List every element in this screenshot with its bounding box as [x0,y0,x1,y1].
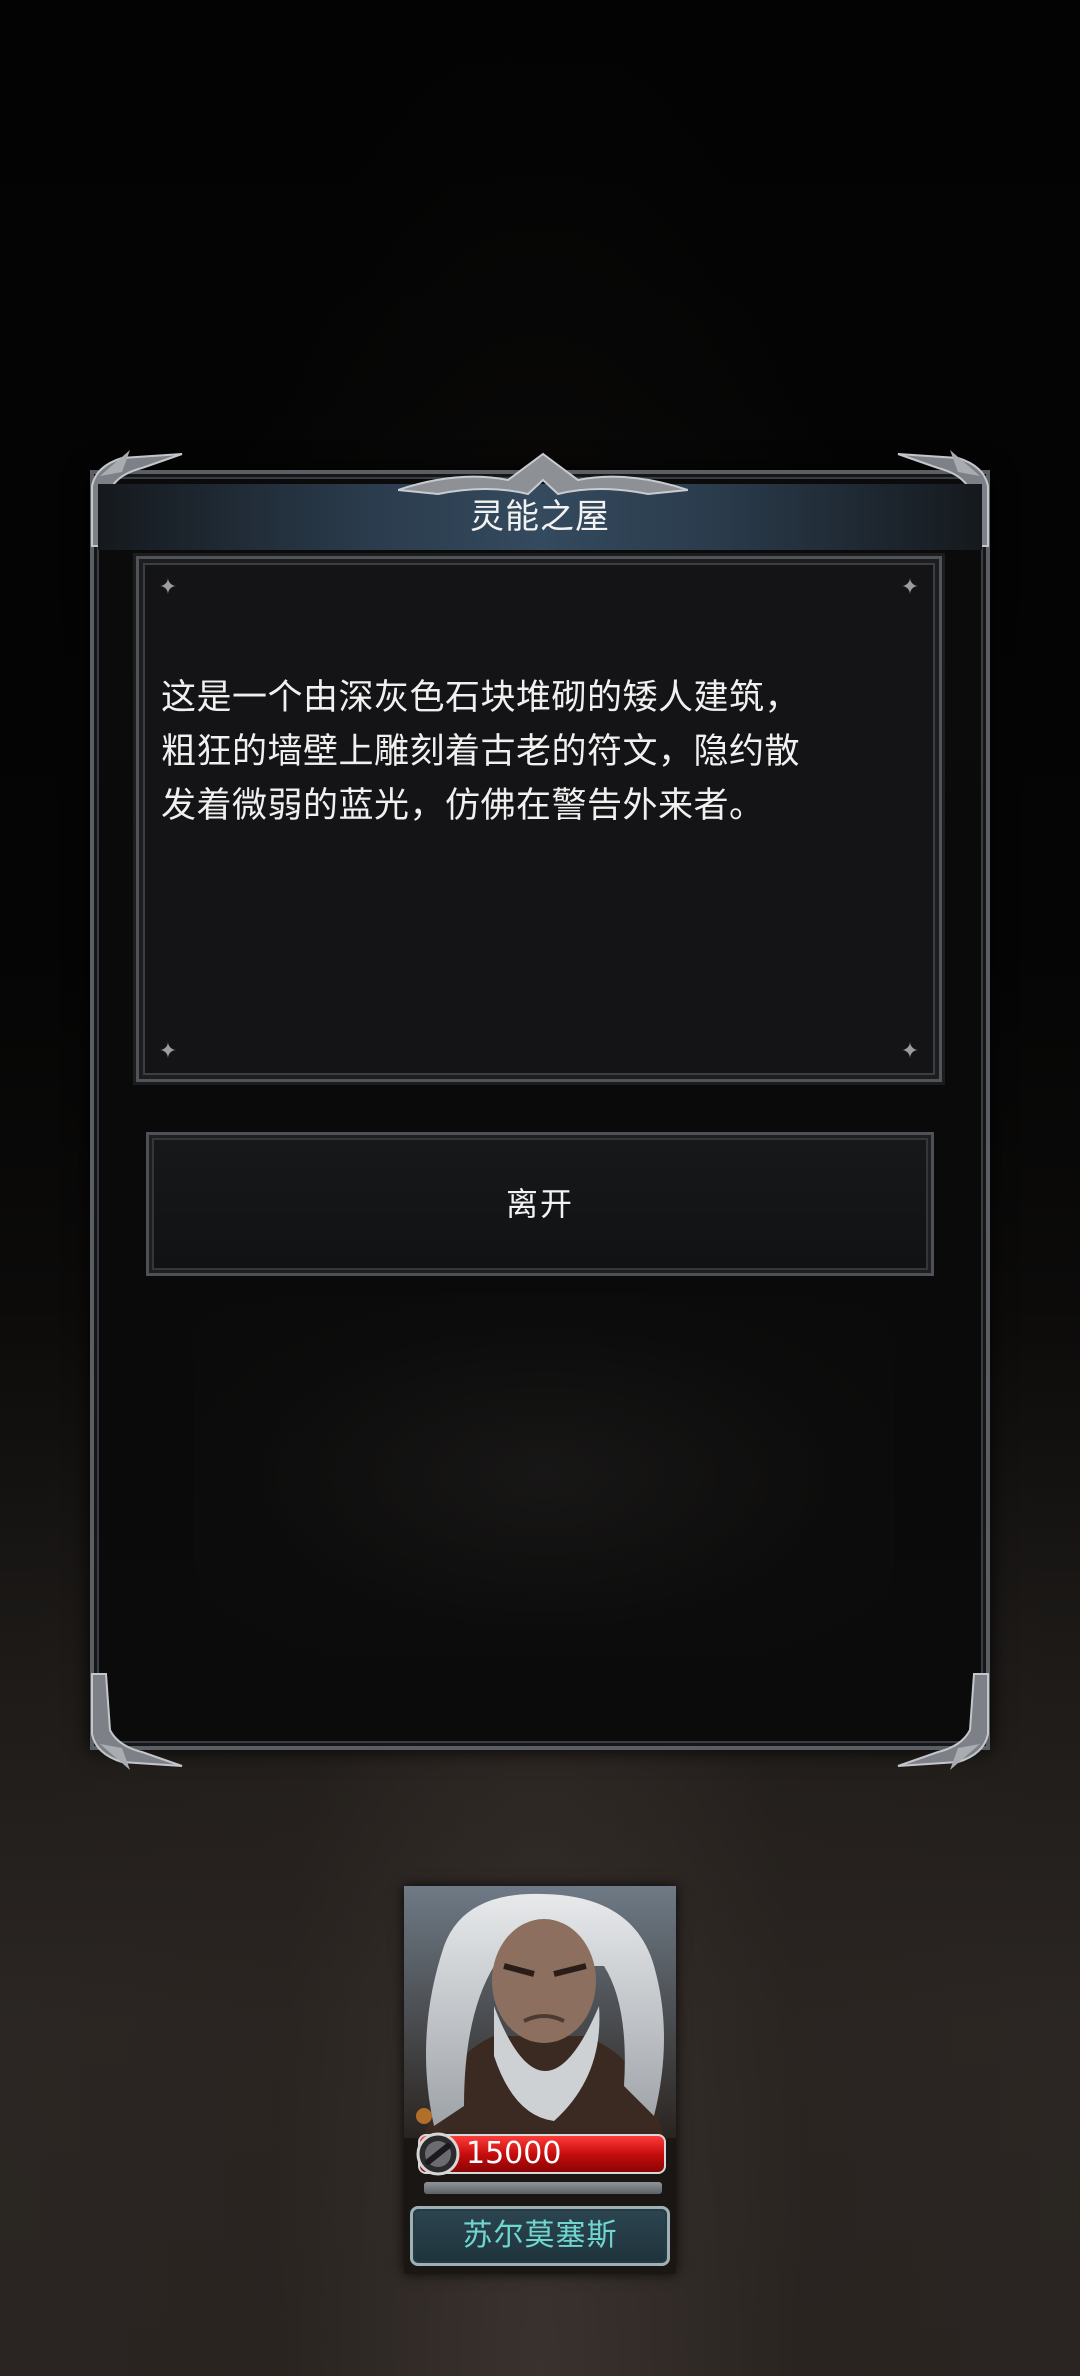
hero-xp-bar [424,2182,662,2194]
ornate-corner-icon [82,1664,192,1774]
hero-name-plate: 苏尔莫塞斯 [410,2206,670,2266]
sparkle-icon: ✦ [900,1039,920,1064]
sparkle-icon: ✦ [158,575,178,600]
hero-card[interactable]: 15000 苏尔莫塞斯 [404,1886,676,2274]
power-gauge-icon [414,2130,462,2178]
hero-power-value: 15000 [466,2136,562,2171]
event-dialog: 灵能之屋 ✦ ✦ ✦ ✦ 这是一个由深灰色石块堆砌的矮人建筑， 粗狂的墙壁上雕刻… [90,450,990,1770]
description-line: 这是一个由深灰色石块堆砌的矮人建筑， [161,678,801,718]
dialog-background-texture [194,1294,894,1654]
hero-portrait [404,1886,676,2138]
hero-name: 苏尔莫塞斯 [462,2218,618,2253]
description-line: 粗狂的墙壁上雕刻着古老的符文，隐约散 [161,732,801,772]
dialog-title-bar: 灵能之屋 [98,452,982,550]
leave-button[interactable]: 离开 [146,1132,934,1276]
sparkle-icon: ✦ [158,1039,178,1064]
event-description: 这是一个由深灰色石块堆砌的矮人建筑， 粗狂的墙壁上雕刻着古老的符文，隐约散 发着… [161,671,921,833]
description-panel: ✦ ✦ ✦ ✦ 这是一个由深灰色石块堆砌的矮人建筑， 粗狂的墙壁上雕刻着古老的符… [136,556,942,1082]
sparkle-icon: ✦ [900,575,920,600]
leave-button-label: 离开 [505,1185,574,1223]
description-line: 发着微弱的蓝光，仿佛在警告外来者。 [161,786,765,826]
hero-power-bar: 15000 [416,2132,666,2176]
ornate-corner-icon [888,1664,998,1774]
dialog-title: 灵能之屋 [470,497,610,537]
